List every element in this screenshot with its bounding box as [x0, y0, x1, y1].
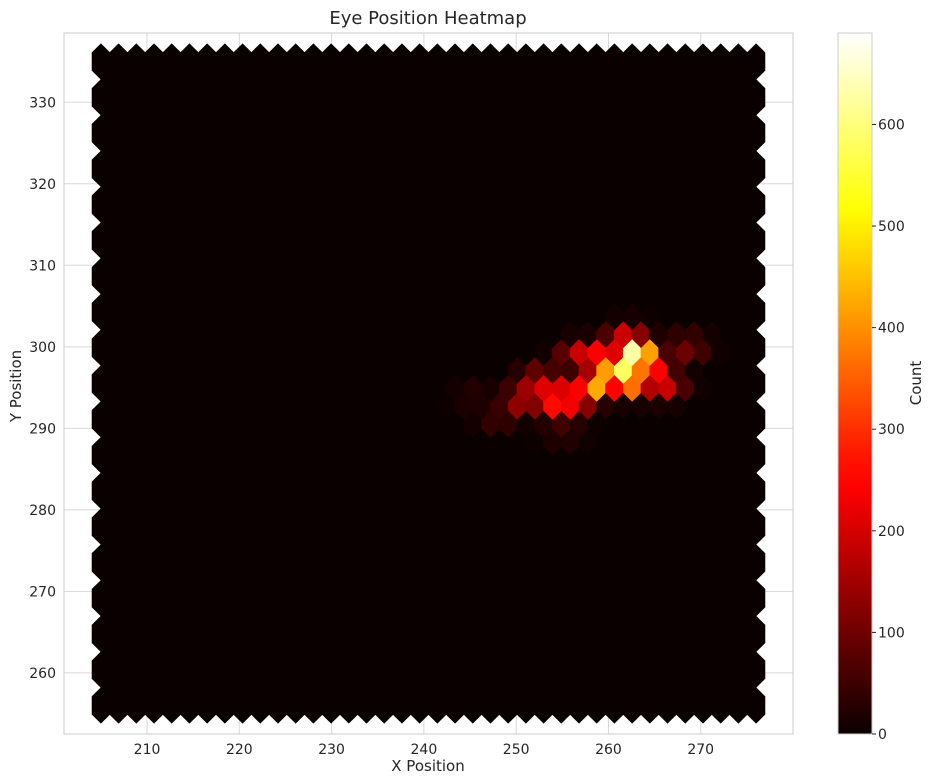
- colorbar-tick-label: 600: [878, 117, 905, 133]
- y-tick-label: 290: [29, 421, 56, 437]
- chart-figure: 210 220 230 240 250 260 270 260 270 280 290 300 310 3…: [7, 8, 925, 775]
- x-tick-label: 210: [134, 742, 161, 758]
- colorbar-tick-label: 100: [878, 625, 905, 641]
- plot-area: 210 220 230 240 250 260 270 260 270 280 290 300 310 3…: [29, 32, 794, 758]
- colorbar-gradient: [837, 32, 873, 735]
- colorbar-tick-label: 300: [878, 422, 905, 438]
- colorbar-tick-label: 0: [878, 727, 887, 743]
- chart-title: Eye Position Heatmap: [329, 8, 526, 29]
- colorbar-tick-label: 500: [878, 219, 905, 235]
- y-axis-label: Y Position: [7, 350, 25, 423]
- x-tick-label: 270: [687, 742, 714, 758]
- colorbar-tick-label: 400: [878, 321, 905, 337]
- y-tick-label: 300: [29, 340, 56, 356]
- colorbar-tick-label: 200: [878, 524, 905, 540]
- x-tick-label: 220: [226, 742, 253, 758]
- y-tick-label: 330: [29, 95, 56, 111]
- x-tick-label: 230: [318, 742, 345, 758]
- x-tick-label: 250: [503, 742, 530, 758]
- hexbin-cells: [91, 43, 766, 724]
- y-tick-label: 310: [29, 258, 56, 274]
- y-tick-label: 280: [29, 503, 56, 519]
- y-tick-label: 270: [29, 584, 56, 600]
- x-axis-label: X Position: [391, 757, 464, 775]
- x-tick-label: 260: [595, 742, 622, 758]
- x-tick-label: 240: [411, 742, 438, 758]
- y-tick-label: 260: [29, 666, 56, 682]
- y-tick-label: 320: [29, 177, 56, 193]
- colorbar-label: Count: [907, 361, 925, 406]
- colorbar: 0 100 200 300 400 500 600: [837, 32, 905, 743]
